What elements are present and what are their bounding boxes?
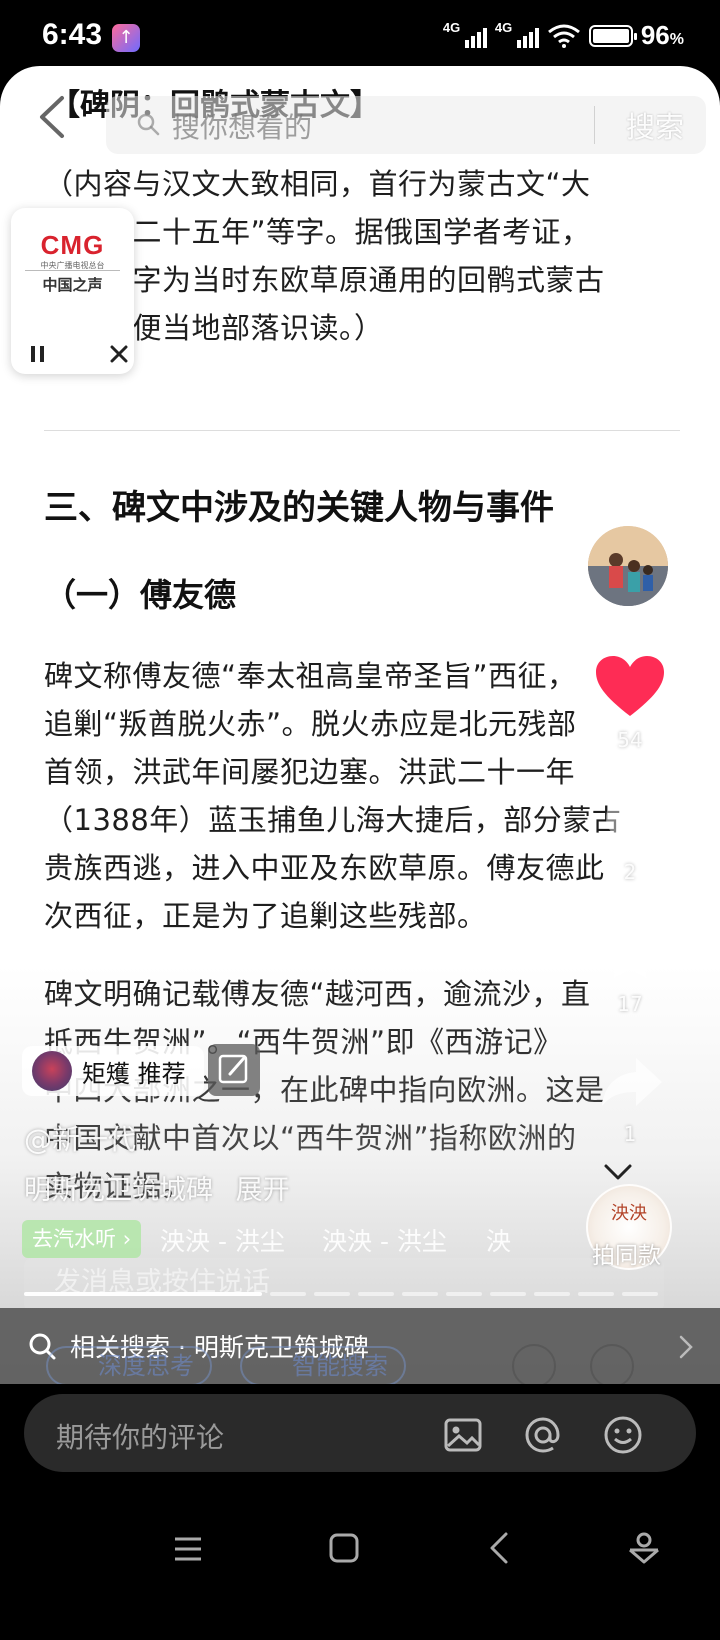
signal-icon: 4G <box>443 20 487 48</box>
back-arrow-icon[interactable] <box>36 94 68 140</box>
status-indicators: 4G 4G 96% <box>443 20 684 51</box>
divider <box>44 430 680 431</box>
chevron-right-icon: › <box>122 1227 132 1251</box>
paragraph-line: （内容与汉文大致相同，首行为蒙古文“大 <box>44 167 591 201</box>
search-icon <box>137 113 160 136</box>
close-icon[interactable] <box>109 344 129 364</box>
cmg-logo: CMG <box>40 230 105 260</box>
paragraph-line: 碑文明确记载傅友德“越河西，逾流沙，直 <box>44 977 591 1011</box>
album-text: 泱泱 <box>611 1203 647 1224</box>
paragraph-line: （1388年）蓝玉捕鱼儿海大捷后，部分蒙古 <box>44 803 622 837</box>
deep-think-chip[interactable]: 深度思考 <box>46 1346 212 1386</box>
paragraph-2: 碑文称傅友德“奉太祖高皇帝圣旨”西征， 追剿“叛酋脱火赤”。脱火赤应是北元残部 … <box>44 652 684 940</box>
paragraph-line: 次西征，正是为了追剿这些残部。 <box>44 899 487 933</box>
battery-icon <box>588 24 637 47</box>
channel-name: 中国之声 <box>42 276 103 294</box>
edit-note-button[interactable] <box>208 1044 260 1096</box>
like-count: 54 <box>617 728 643 752</box>
music-tag-label: 去汽水听 <box>32 1227 116 1251</box>
share-arrow-icon[interactable] <box>600 1054 664 1110</box>
signal-icon: 4G <box>495 20 539 48</box>
paragraph-line: 中国文献中首次以“西牛贺洲”指称欧洲的 <box>44 1121 577 1155</box>
comment-bar: 期待你的评论 <box>0 1384 720 1504</box>
image-icon[interactable] <box>442 1414 484 1456</box>
wifi-icon <box>547 24 580 48</box>
at-mention-icon[interactable] <box>522 1414 564 1456</box>
progress-segment <box>24 1292 262 1296</box>
chevron-down-icon[interactable] <box>600 1160 636 1184</box>
progress-segment <box>578 1292 614 1296</box>
menu-icon[interactable] <box>172 1534 204 1564</box>
progress-segment <box>490 1292 526 1296</box>
search-button[interactable]: 搜索 <box>626 104 684 146</box>
share-count: 1 <box>623 1122 637 1146</box>
back-icon[interactable] <box>486 1530 512 1566</box>
paragraph-line: 文，以便当地部落识读。） <box>44 311 384 345</box>
recommend-label: 矩矱 推荐 <box>82 1059 186 1088</box>
favorite-star-icon[interactable] <box>598 922 662 984</box>
like-heart-icon[interactable] <box>594 654 666 720</box>
status-time: 6:43 <box>42 18 103 51</box>
chip-label: 深度思考 <box>98 1352 194 1380</box>
section-title: 三、碑文中涉及的关键人物与事件 <box>44 488 554 528</box>
comment-placeholder: 期待你的评论 <box>56 1421 225 1454</box>
author-avatar[interactable] <box>586 524 670 608</box>
paragraph-line: 首领，洪武年间屡犯边塞。洪武二十一年 <box>44 755 576 789</box>
audio-mini-player[interactable]: CMG 中央广播电视总台 中国之声 <box>11 208 134 374</box>
pause-icon[interactable] <box>29 344 47 364</box>
battery-percentage: 96% <box>640 20 684 50</box>
caption-text: 明斯克卫筑城碑 <box>24 1175 213 1206</box>
voice-icon[interactable] <box>590 1344 634 1388</box>
progress-segment <box>402 1292 438 1296</box>
music-track: 泱 <box>486 1227 512 1256</box>
progress-segment <box>314 1292 350 1296</box>
paragraph-line: 追剿“叛酋脱火赤”。脱火赤应是北元残部 <box>44 707 577 741</box>
expand-link[interactable]: 展开 <box>236 1175 290 1206</box>
music-track: 泱泱 - 洪尘 <box>160 1227 285 1256</box>
comment-count: 2 <box>623 860 637 884</box>
progress-segment <box>358 1292 394 1296</box>
music-track: 泱泱 - 洪尘 <box>322 1227 447 1256</box>
emoji-icon[interactable] <box>602 1414 644 1456</box>
chevron-right-icon <box>679 1335 693 1359</box>
progress-segment <box>446 1292 482 1296</box>
progress-segment <box>534 1292 570 1296</box>
divider <box>25 270 120 271</box>
avatar-image <box>588 526 668 606</box>
add-icon[interactable] <box>512 1344 556 1388</box>
recommend-pill[interactable]: 矩矱 推荐 <box>22 1046 204 1096</box>
paragraph-line: 蒙古文字为当时东欧草原通用的回鹘式蒙古 <box>44 263 605 297</box>
chip-label: 智能搜索 <box>292 1352 388 1380</box>
assistant-icon[interactable] <box>626 1530 662 1566</box>
comment-input[interactable]: 期待你的评论 <box>24 1394 696 1472</box>
music-app-tag[interactable]: 去汽水听 › <box>22 1220 142 1258</box>
recommender-avatar <box>32 1051 72 1091</box>
home-square-icon[interactable] <box>328 1532 360 1564</box>
progress-segment <box>622 1292 658 1296</box>
favorite-count: 17 <box>617 992 643 1016</box>
author-handle[interactable]: @新一代 <box>24 1118 136 1158</box>
paragraph-line: 碑文称傅友德“奉太祖高皇帝圣旨”西征， <box>44 659 577 693</box>
comment-icon[interactable] <box>602 790 660 850</box>
video-caption: 明斯克卫筑城碑 展开 <box>24 1168 290 1207</box>
app-notification-icon: ↑ <box>112 24 140 52</box>
search-input[interactable]: 搜你想看的 <box>172 106 312 146</box>
search-divider <box>594 106 595 144</box>
search-bar[interactable]: 搜你想看的 搜索 <box>106 96 706 154</box>
progress-segment <box>270 1292 306 1296</box>
system-nav-bar <box>0 1504 720 1640</box>
paragraph-line: 明洪武二十五年”等字。据俄国学者考证， <box>44 215 591 249</box>
edit-icon <box>218 1054 248 1084</box>
sub-title: （一）傅友德 <box>44 576 237 614</box>
smart-search-chip[interactable]: 智能搜索 <box>240 1346 406 1386</box>
status-bar: 6:43 ↑ 4G 4G 96% <box>0 0 720 70</box>
paragraph-1: （内容与汉文大致相同，首行为蒙古文“大 明洪武二十五年”等字。据俄国学者考证， … <box>44 160 684 352</box>
paragraph-line: 贵族西逃，进入中亚及东欧草原。傅友德此 <box>44 851 605 885</box>
